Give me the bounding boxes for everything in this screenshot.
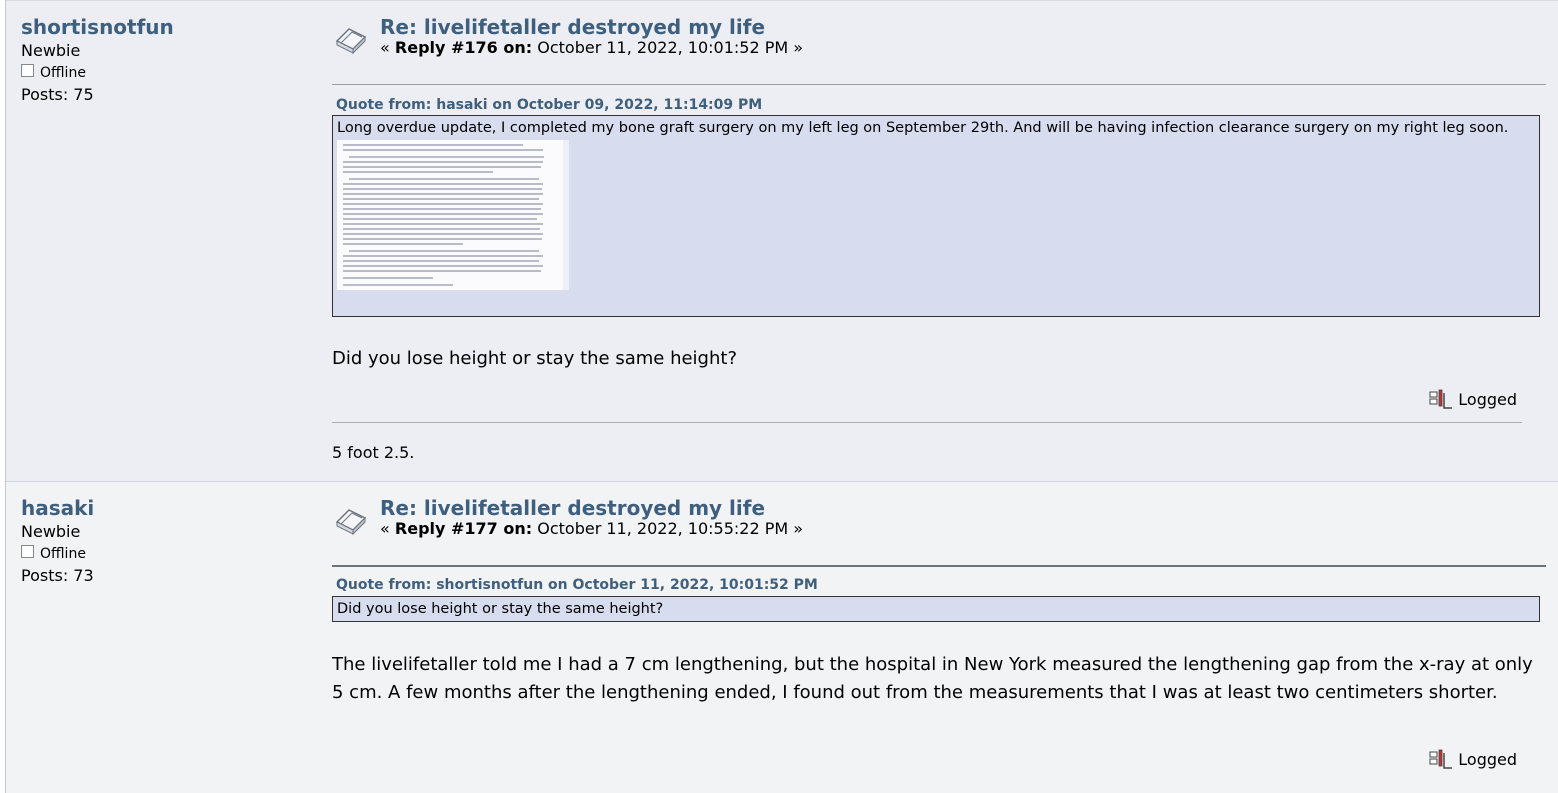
logged-ip-icon (1429, 749, 1453, 769)
message-icon (335, 509, 367, 536)
reply-date: October 11, 2022, 10:01:52 PM » (537, 38, 804, 57)
reply-info: « Reply #177 on: October 11, 2022, 10:55… (380, 519, 803, 539)
logged-indicator: Logged (1429, 389, 1517, 411)
logged-label: Logged (1458, 750, 1517, 769)
poster-info: shortisnotfun Newbie Offline Posts: 75 (21, 14, 174, 105)
offline-status-icon (21, 63, 34, 77)
forum-post: hasaki Newbie Offline Posts: 73 Re: live… (6, 482, 1558, 793)
reply-number: Reply #176 on: (394, 38, 533, 57)
post-subject-link[interactable]: Re: livelifetaller destroyed my life (380, 15, 765, 39)
online-status: Offline (21, 544, 94, 564)
poster-rank: Newbie (21, 522, 81, 541)
quote-header-link[interactable]: Quote from: hasaki on October 09, 2022, … (336, 96, 762, 114)
poster-rank: Newbie (21, 41, 81, 60)
reply-info: « Reply #176 on: October 11, 2022, 10:01… (380, 38, 803, 58)
reply-prefix: « (380, 38, 390, 57)
poster-username-link[interactable]: shortisnotfun (21, 14, 174, 40)
signature: 5 foot 2.5. (332, 443, 415, 462)
reply-prefix: « (380, 519, 390, 538)
quote-text: Did you lose height or stay the same hei… (337, 601, 664, 617)
signature-divider (332, 422, 1522, 423)
logged-indicator: Logged (1429, 749, 1517, 771)
logged-label: Logged (1458, 390, 1517, 409)
quote-box: Did you lose height or stay the same hei… (332, 596, 1540, 622)
post-subject-link[interactable]: Re: livelifetaller destroyed my life (380, 496, 765, 520)
poster-post-count: Posts: 75 (21, 85, 94, 104)
poster-info: hasaki Newbie Offline Posts: 73 (21, 495, 94, 586)
reply-date: October 11, 2022, 10:55:22 PM » (537, 519, 804, 538)
poster-post-count: Posts: 73 (21, 566, 94, 585)
forum-post: shortisnotfun Newbie Offline Posts: 75 R… (6, 1, 1558, 482)
forum-topic-view: shortisnotfun Newbie Offline Posts: 75 R… (5, 0, 1558, 793)
post-divider (332, 84, 1546, 85)
quote-text: Long overdue update, I completed my bone… (337, 120, 1509, 136)
post-body: The livelifetaller told me I had a 7 cm … (332, 654, 1533, 703)
logged-ip-icon (1429, 389, 1453, 409)
poster-username-link[interactable]: hasaki (21, 495, 94, 521)
post-divider (332, 565, 1546, 567)
reply-number: Reply #177 on: (394, 519, 533, 538)
quote-header-link[interactable]: Quote from: shortisnotfun on October 11,… (336, 576, 818, 594)
online-status: Offline (21, 63, 174, 83)
document-thumbnail[interactable] (337, 140, 569, 290)
status-label: Offline (40, 546, 86, 562)
message-icon (335, 28, 367, 55)
quote-box: Long overdue update, I completed my bone… (332, 115, 1540, 317)
offline-status-icon (21, 544, 34, 558)
status-label: Offline (40, 65, 86, 81)
post-body: Did you lose height or stay the same hei… (332, 348, 737, 369)
